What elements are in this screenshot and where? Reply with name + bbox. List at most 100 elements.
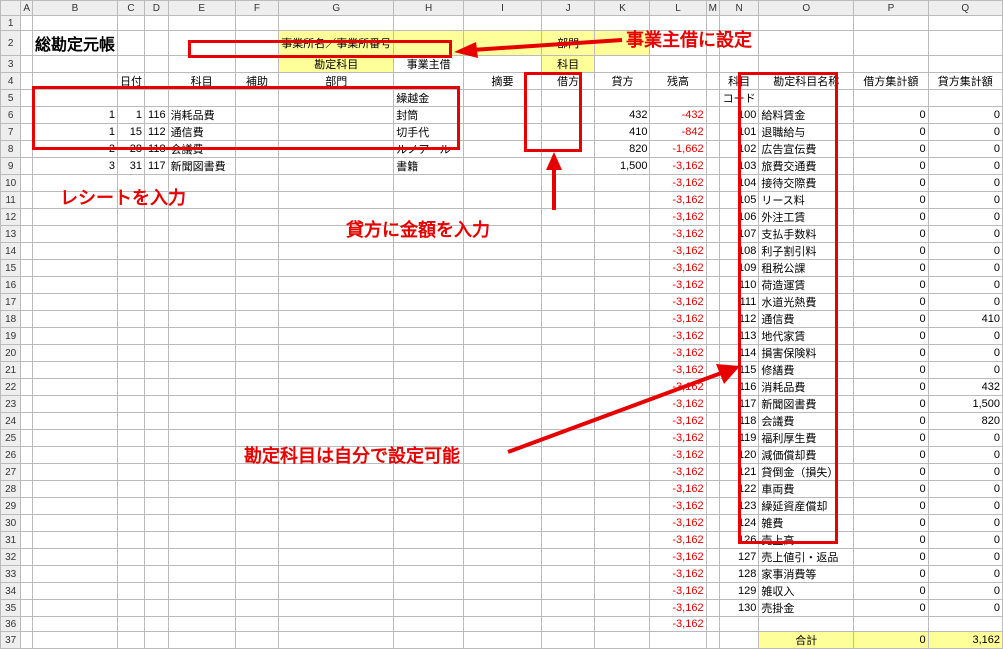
cell[interactable]: 0 <box>928 600 1002 617</box>
cell[interactable] <box>33 515 118 532</box>
cell[interactable] <box>706 515 719 532</box>
cell[interactable] <box>394 345 464 362</box>
cell[interactable] <box>279 632 394 649</box>
cell[interactable] <box>33 243 118 260</box>
cell[interactable]: 雑費 <box>759 515 854 532</box>
cell[interactable] <box>145 16 169 31</box>
cell[interactable]: 0 <box>854 396 928 413</box>
cell[interactable] <box>706 277 719 294</box>
row-header[interactable]: 31 <box>1 532 21 549</box>
cell[interactable] <box>394 328 464 345</box>
cell[interactable]: 支払手数料 <box>759 226 854 243</box>
cell[interactable]: 部門 <box>541 31 595 56</box>
cell[interactable] <box>541 192 595 209</box>
cell[interactable]: 0 <box>928 294 1002 311</box>
cell[interactable] <box>541 413 595 430</box>
cell[interactable]: 105 <box>719 192 758 209</box>
cell[interactable] <box>464 617 542 632</box>
cell[interactable]: 0 <box>854 209 928 226</box>
cell[interactable]: 124 <box>719 515 758 532</box>
cell[interactable] <box>235 600 278 617</box>
cell[interactable]: 福利厚生費 <box>759 430 854 447</box>
cell[interactable] <box>279 209 394 226</box>
row-header[interactable]: 24 <box>1 413 21 430</box>
cell[interactable] <box>464 243 542 260</box>
cell[interactable] <box>706 396 719 413</box>
cell[interactable] <box>595 515 650 532</box>
cell[interactable] <box>145 600 169 617</box>
cell[interactable]: 116 <box>145 107 169 124</box>
cell[interactable] <box>464 260 542 277</box>
cell[interactable] <box>541 617 595 632</box>
cell[interactable] <box>145 56 169 73</box>
cell[interactable] <box>394 600 464 617</box>
col-header[interactable]: O <box>759 1 854 16</box>
row-header[interactable]: 8 <box>1 141 21 158</box>
cell[interactable] <box>541 498 595 515</box>
row-header[interactable]: 22 <box>1 379 21 396</box>
cell[interactable] <box>394 583 464 600</box>
cell[interactable] <box>145 498 169 515</box>
cell[interactable] <box>541 345 595 362</box>
cell[interactable] <box>541 175 595 192</box>
cell[interactable] <box>464 362 542 379</box>
cell[interactable] <box>541 260 595 277</box>
cell[interactable] <box>928 617 1002 632</box>
cell[interactable] <box>279 124 394 141</box>
cell[interactable]: 0 <box>928 107 1002 124</box>
cell[interactable] <box>118 447 145 464</box>
cell[interactable] <box>118 549 145 566</box>
cell[interactable]: -3,162 <box>650 277 706 294</box>
cell[interactable] <box>706 192 719 209</box>
row-header[interactable]: 30 <box>1 515 21 532</box>
cell[interactable]: -3,162 <box>650 226 706 243</box>
cell[interactable] <box>706 328 719 345</box>
col-header[interactable]: F <box>235 1 278 16</box>
cell[interactable]: -3,162 <box>650 600 706 617</box>
cell[interactable] <box>595 532 650 549</box>
cell[interactable] <box>464 600 542 617</box>
cell[interactable]: 日付 <box>118 73 145 90</box>
cell[interactable] <box>33 209 118 226</box>
cell[interactable] <box>541 328 595 345</box>
cell[interactable]: 0 <box>854 447 928 464</box>
cell[interactable]: 売上高 <box>759 532 854 549</box>
cell[interactable]: 118 <box>145 141 169 158</box>
cell[interactable] <box>394 464 464 481</box>
cell[interactable] <box>235 192 278 209</box>
cell[interactable] <box>279 498 394 515</box>
cell[interactable] <box>464 90 542 107</box>
col-header[interactable]: Q <box>928 1 1002 16</box>
cell[interactable]: -3,162 <box>650 532 706 549</box>
cell[interactable]: 108 <box>719 243 758 260</box>
cell[interactable] <box>541 311 595 328</box>
cell[interactable] <box>706 294 719 311</box>
cell[interactable] <box>719 56 758 73</box>
cell[interactable]: 111 <box>719 294 758 311</box>
cell[interactable] <box>595 345 650 362</box>
cell[interactable] <box>21 328 33 345</box>
cell[interactable] <box>235 498 278 515</box>
cell[interactable] <box>541 396 595 413</box>
cell[interactable] <box>21 226 33 243</box>
cell[interactable] <box>394 209 464 226</box>
cell[interactable] <box>145 430 169 447</box>
cell[interactable]: 消耗品費 <box>168 107 235 124</box>
cell[interactable] <box>279 158 394 175</box>
cell[interactable] <box>33 260 118 277</box>
cell[interactable] <box>21 515 33 532</box>
cell[interactable] <box>235 226 278 243</box>
cell[interactable] <box>279 447 394 464</box>
cell[interactable] <box>118 430 145 447</box>
cell[interactable] <box>235 532 278 549</box>
cell[interactable] <box>235 447 278 464</box>
cell[interactable] <box>279 600 394 617</box>
cell[interactable] <box>21 158 33 175</box>
cell[interactable] <box>145 90 169 107</box>
row-header[interactable]: 35 <box>1 600 21 617</box>
cell[interactable]: 109 <box>719 260 758 277</box>
col-header[interactable]: D <box>145 1 169 16</box>
cell[interactable] <box>464 31 542 56</box>
cell[interactable] <box>541 294 595 311</box>
cell[interactable] <box>168 311 235 328</box>
